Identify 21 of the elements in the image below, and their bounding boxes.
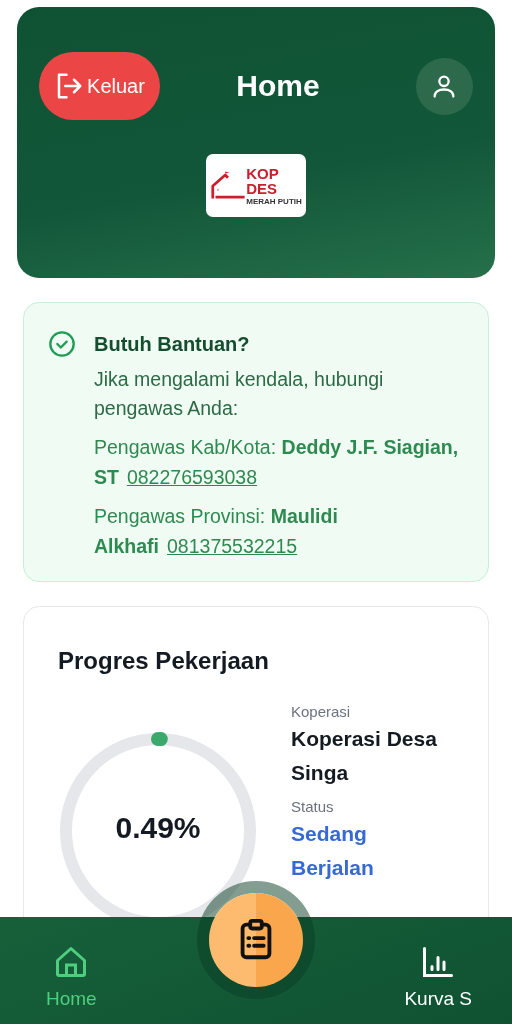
help-title: Butuh Bantuan?	[94, 332, 251, 357]
logo-text: DES	[246, 180, 279, 196]
clipboard-button[interactable]	[209, 893, 303, 987]
check-circle-icon	[48, 330, 76, 358]
nav-tab[interactable]: Kurva S	[404, 944, 472, 1010]
field-value: Koperasi Desa Singa	[291, 726, 438, 786]
field-label: Status	[291, 798, 335, 815]
logout-button[interactable]: Keluar	[39, 52, 160, 120]
status-value: Sedang Berjalan	[291, 821, 375, 881]
phone-link[interactable]: 081375532215	[167, 535, 298, 557]
nav-tab[interactable]: Home	[46, 944, 97, 1010]
contact-line: Pengawas Provinsi: Maulidi Alkhafi 081375532215	[94, 504, 339, 559]
logo-tagline: MERAH PUTIH	[246, 197, 302, 206]
phone-link[interactable]: 082276593038	[126, 466, 258, 488]
card-title: Progres Pekerjaan	[58, 647, 270, 675]
page-title: Home	[236, 69, 320, 103]
field-label: Koperasi	[291, 703, 352, 720]
progress-percent: 0.49%	[114, 811, 202, 845]
logo-text: KOP	[246, 165, 280, 181]
help-message: Jika mengalami kendala, hubungi pengawas Anda:	[94, 367, 385, 421]
contact-line: Pengawas Kab/Kota: Deddy J.F. Siagian, ST 082276593038	[94, 435, 460, 490]
